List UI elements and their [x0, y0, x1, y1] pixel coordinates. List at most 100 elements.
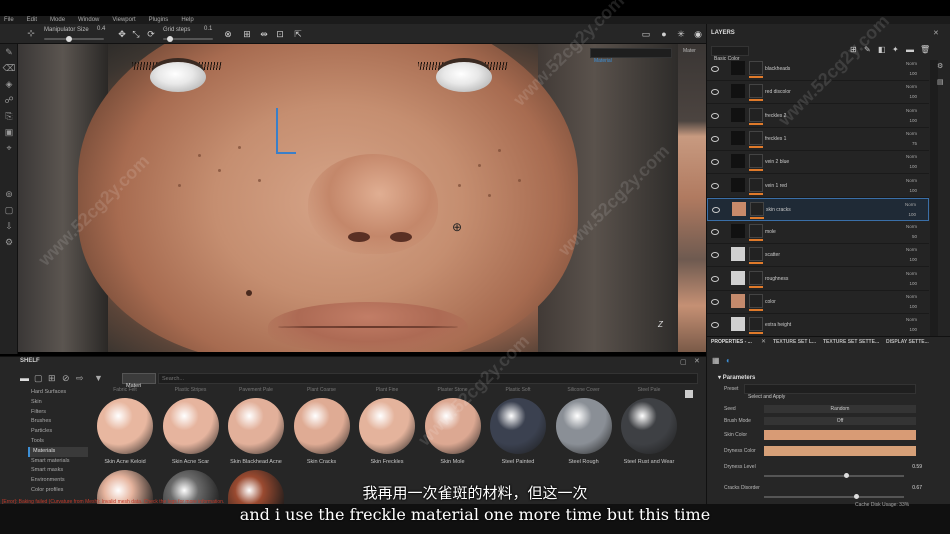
layer-blend-mode[interactable]: Norm [906, 131, 917, 136]
material-thumbnail[interactable] [359, 398, 415, 454]
layer-mask-thumbnail[interactable] [749, 107, 763, 122]
menu-help[interactable]: Help [181, 16, 193, 24]
layer-mask-thumbnail[interactable] [749, 84, 763, 99]
material-icon[interactable]: ◐ [726, 356, 731, 365]
shelf-close-icon[interactable]: ✕ [694, 357, 700, 365]
camera-reset-icon[interactable]: ⇱ [293, 29, 303, 39]
layer-row[interactable]: roughness Norm 100 [707, 268, 929, 291]
layer-blend-mode[interactable]: Norm [906, 294, 917, 299]
viewport-2d[interactable] [678, 44, 706, 352]
photoshop-icon[interactable]: ▢ [0, 202, 18, 218]
brush-mode-toggle[interactable]: Off [764, 417, 916, 425]
layer-opacity[interactable]: 100 [909, 188, 917, 193]
layer-mask-thumbnail[interactable] [749, 154, 763, 169]
layer-mask-thumbnail[interactable] [750, 201, 764, 216]
scale-icon[interactable]: ⤡ [131, 29, 141, 39]
symmetry-icon[interactable]: ⊗ [223, 29, 233, 39]
menu-plugins[interactable]: Plugins [149, 16, 169, 24]
layer-mask-thumbnail[interactable] [749, 130, 763, 145]
layer-opacity[interactable]: 100 [909, 94, 917, 99]
layer-mask-thumbnail[interactable] [749, 294, 763, 308]
lock-icon[interactable]: ⊡ [275, 29, 285, 39]
parameters-section-header[interactable]: ▾ Parameters [718, 374, 755, 381]
export-icon[interactable]: ⇩ [0, 218, 18, 234]
tab-properties[interactable]: PROPERTIES - ... [711, 339, 752, 345]
layer-opacity[interactable]: 100 [908, 212, 916, 217]
shelf-maximize-icon[interactable]: ▢ [680, 358, 687, 366]
fill-icon[interactable]: ▣ [0, 124, 18, 140]
shelf-scrollbar[interactable] [685, 390, 693, 398]
seed-random-button[interactable]: Random [764, 405, 916, 413]
layer-blend-mode[interactable]: Norm [906, 317, 917, 322]
category-filters[interactable]: Filters [28, 408, 88, 418]
layer-blend-mode[interactable]: Norm [906, 224, 917, 229]
projection-icon[interactable]: ◈ [0, 76, 18, 92]
brush-icon[interactable]: ✎ [0, 44, 18, 60]
category-smart-materials[interactable]: Smart materials [28, 457, 88, 467]
channel-dropdown[interactable]: Basic Color [711, 46, 749, 62]
layer-row[interactable]: vein 2 blue Norm 100 [707, 151, 929, 175]
manipulator-gizmo[interactable] [276, 108, 296, 154]
menu-viewport[interactable]: Viewport [112, 16, 135, 24]
folder-icon[interactable]: ▬ [20, 373, 29, 383]
layer-opacity[interactable]: 100 [909, 164, 917, 169]
layer-mask-thumbnail[interactable] [749, 177, 763, 192]
align-icon[interactable]: ⊞ [242, 29, 252, 39]
layer-icon[interactable]: ▦ [712, 356, 720, 365]
layer-mask-thumbnail[interactable] [749, 224, 763, 239]
layer-row[interactable]: mole Norm 50 [707, 221, 929, 245]
visibility-eye-icon[interactable] [711, 322, 719, 329]
visibility-eye-icon[interactable] [712, 206, 720, 213]
material-thumbnail[interactable] [490, 398, 546, 454]
category-particles[interactable]: Particles [28, 427, 88, 437]
manipulator-size-slider[interactable] [44, 36, 104, 42]
settings-icon[interactable]: ⚙ [0, 234, 18, 250]
tab-properties-close-icon[interactable]: ✕ [761, 338, 766, 345]
layer-blend-mode[interactable]: Norm [906, 108, 917, 113]
layer-opacity[interactable]: 100 [909, 71, 917, 76]
filter-icon[interactable]: ▼ [94, 373, 103, 383]
layer-opacity[interactable]: 100 [909, 257, 917, 262]
material-ball-icon[interactable]: ● [659, 29, 669, 39]
visibility-eye-icon[interactable] [711, 66, 719, 72]
side-settings-icon[interactable]: ⚙ [937, 62, 943, 70]
material-mode-dropdown[interactable]: Material [590, 48, 672, 64]
lighting-icon[interactable]: ✳ [676, 29, 686, 39]
layer-row[interactable]: scatter Norm 100 [707, 244, 929, 268]
layer-mask-thumbnail[interactable] [749, 247, 763, 262]
category-materials[interactable]: Materials [28, 446, 88, 457]
side-layers-icon[interactable]: ▤ [937, 78, 944, 86]
layer-mask-thumbnail[interactable] [749, 61, 763, 75]
add-folder-icon[interactable]: ⊞ [48, 373, 56, 384]
add-folder-layer-icon[interactable]: ▬ [906, 45, 914, 54]
material-thumbnail[interactable] [555, 398, 612, 454]
category-skin[interactable]: Skin [28, 398, 88, 408]
grid-steps-slider[interactable] [163, 36, 213, 42]
category-brushes[interactable]: Brushes [28, 417, 88, 427]
category-hard-surfaces[interactable]: Hard Surfaces [28, 388, 88, 398]
hide-icon[interactable]: ⊘ [62, 373, 70, 384]
visibility-eye-icon[interactable] [711, 182, 719, 189]
visibility-eye-icon[interactable] [711, 252, 719, 259]
layer-mask-thumbnail[interactable] [749, 270, 763, 285]
camera-icon[interactable]: ⊚ [0, 186, 18, 202]
visibility-eye-icon[interactable] [711, 89, 719, 96]
filter-tag[interactable]: Materi [122, 373, 156, 389]
grid-steps-value[interactable]: 0.1 [204, 26, 212, 33]
dryness-color-swatch[interactable] [764, 446, 916, 456]
layer-opacity[interactable]: 100 [909, 304, 917, 309]
category-tools[interactable]: Tools [28, 437, 88, 447]
layer-row[interactable]: vein 1 red Norm 100 [707, 175, 929, 198]
material-thumbnail[interactable] [97, 398, 153, 454]
mirror-icon[interactable]: ⇹ [259, 29, 269, 39]
eraser-icon[interactable]: ⌫ [0, 60, 18, 76]
material-thumbnail[interactable] [228, 398, 284, 454]
shelf-search-input[interactable] [158, 373, 698, 384]
layer-opacity[interactable]: 100 [909, 327, 917, 332]
layer-blend-mode[interactable]: Norm [906, 154, 917, 159]
smudge-icon[interactable]: ☍ [0, 92, 18, 108]
layer-opacity[interactable]: 100 [909, 118, 917, 123]
picker-icon[interactable]: ⌖ [0, 140, 18, 156]
menu-window[interactable]: Window [78, 16, 99, 24]
snap-icon[interactable]: ⊹ [26, 28, 36, 38]
